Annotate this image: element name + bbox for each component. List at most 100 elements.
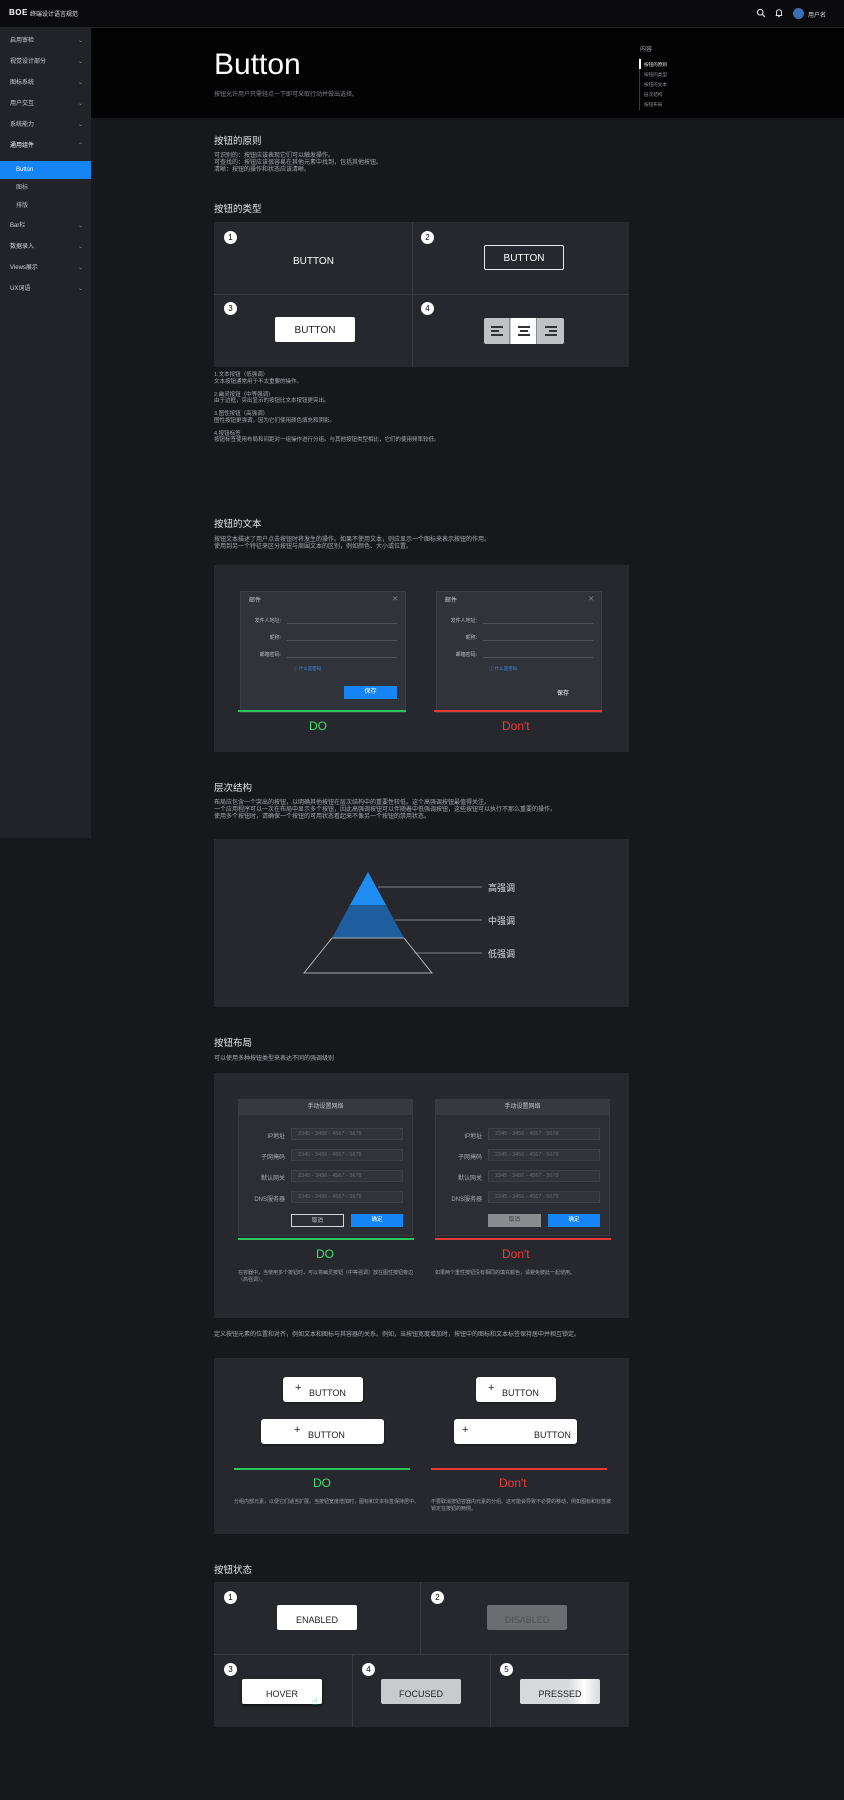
align-center-button[interactable] xyxy=(511,318,537,344)
filled-button[interactable]: BUTTON xyxy=(275,317,355,342)
button-label: BUTTON xyxy=(502,1388,539,1398)
user-name[interactable]: 用户名 xyxy=(808,10,826,19)
dont-bar xyxy=(434,710,602,712)
password-field[interactable] xyxy=(483,657,593,658)
dont-note: 如果两个重性按钮没有相同的填充颜色，请避免彼此一起使用。 xyxy=(435,1270,576,1276)
toc-item[interactable]: 按钮的文本 xyxy=(644,82,667,88)
do-bar xyxy=(238,710,406,712)
toc-title: 内容 xyxy=(640,47,653,53)
app-title: 终端设计语言规范 xyxy=(30,12,79,18)
section-title: 按钮的类型 xyxy=(214,204,262,215)
ip-input[interactable]: 2345 - 3456 - 4567 - 5678 xyxy=(291,1128,403,1140)
gateway-input[interactable]: 2345 - 3456 - 4567 - 5678 xyxy=(291,1170,403,1182)
cancel-button[interactable]: 取消 xyxy=(291,1214,344,1227)
chevron-up-icon: ⌃ xyxy=(77,143,83,149)
dns-input[interactable]: 2345 - 3456 - 4567 - 5678 xyxy=(291,1191,403,1203)
text-button[interactable]: BUTTON xyxy=(293,256,334,267)
sidebar-item-open[interactable]: 通用组件 ⌃ xyxy=(0,136,91,156)
page-title: Button xyxy=(214,48,301,81)
sidebar-item[interactable]: UX词语 ⌄ xyxy=(0,279,91,299)
dialog-title: 手动设置网络 xyxy=(436,1100,609,1115)
align-right-button[interactable] xyxy=(538,318,564,344)
sidebar-item-label: Bar栏 xyxy=(10,223,26,229)
nickname-field[interactable] xyxy=(483,640,593,641)
disabled-button: DISABLED xyxy=(487,1605,567,1630)
icon-button[interactable]: + BUTTON xyxy=(283,1377,363,1402)
number-badge: 1 xyxy=(224,231,237,244)
ghost-button[interactable]: BUTTON xyxy=(484,245,564,270)
sender-field[interactable] xyxy=(287,623,397,624)
dialog-title: 邮件 xyxy=(249,598,262,604)
sidebar-item[interactable]: Views展示 ⌄ xyxy=(0,258,91,278)
help-link[interactable]: ⓘ 什么是密码 xyxy=(489,666,517,672)
save-text-button[interactable]: 保存 xyxy=(557,688,569,697)
subnet-input[interactable]: 2345 - 3456 - 4567 - 5678 xyxy=(291,1149,403,1161)
save-button[interactable]: 保存 xyxy=(344,686,397,699)
help-link[interactable]: ⓘ 什么是密码 xyxy=(293,666,321,672)
do-note: 分组内部元素，以便它们适当扩展。当按钮宽度增加时，图标和文本标签保持居中。 xyxy=(234,1499,420,1505)
alignment-panel: + BUTTON + BUTTON DO 分组内部元素，以便它们适当扩展。当按钮宽度… xyxy=(214,1358,629,1534)
dont-bar xyxy=(431,1468,607,1470)
sidebar-subitem[interactable]: 排版 xyxy=(0,197,91,215)
mail-dialog-do: 邮件 ✕ 发件人地址: 昵称: 邮箱密码: ⓘ 什么是密码 保存 xyxy=(240,591,406,713)
toc-item[interactable]: 按钮布局 xyxy=(644,102,662,108)
sidebar-item[interactable]: Bar栏 ⌄ xyxy=(0,216,91,236)
sidebar-item[interactable]: 系统能力 ⌄ xyxy=(0,115,91,135)
toc-item[interactable]: 按钮的原则 xyxy=(644,62,667,68)
hover-button[interactable]: HOVER xyxy=(242,1679,322,1704)
sender-field[interactable] xyxy=(483,623,593,624)
pressed-button[interactable]: PRESSED xyxy=(520,1679,600,1704)
password-field[interactable] xyxy=(287,657,397,658)
search-icon[interactable] xyxy=(756,8,766,18)
toc-item[interactable]: 按钮的类型 xyxy=(644,72,667,78)
pyramid-high xyxy=(350,872,386,905)
dialog-title: 邮件 xyxy=(445,598,458,604)
field-label: 子网掩码 xyxy=(260,1155,285,1161)
subnet-input[interactable]: 2345 - 3456 - 4567 - 5678 xyxy=(488,1149,600,1161)
divider xyxy=(352,1654,353,1727)
dns-input[interactable]: 2345 - 3456 - 4567 - 5678 xyxy=(488,1191,600,1203)
sidebar-subitem-active[interactable]: Button xyxy=(0,161,91,179)
icon-button[interactable]: + BUTTON xyxy=(476,1377,556,1402)
types-panel: 1 2 3 4 BUTTON BUTTON BUTTON xyxy=(214,222,629,367)
section-text: 可以使用多种按钮类型来表达不同的强调级别 xyxy=(214,1056,335,1062)
close-icon[interactable]: ✕ xyxy=(588,595,594,603)
icon-button-wide[interactable]: + BUTTON xyxy=(261,1419,384,1444)
ip-input[interactable]: 2345 - 3456 - 4567 - 5678 xyxy=(488,1128,600,1140)
button-group[interactable] xyxy=(484,318,564,344)
chevron-down-icon: ⌄ xyxy=(77,265,83,271)
sidebar-item[interactable]: 视觉设计部分 ⌄ xyxy=(0,52,91,72)
plus-icon: + xyxy=(295,1382,302,1394)
focused-button[interactable]: FOCUSED xyxy=(381,1679,461,1704)
chevron-down-icon: ⌄ xyxy=(77,38,83,44)
ok-button[interactable]: 确定 xyxy=(351,1214,403,1227)
pyramid-mid xyxy=(332,905,404,938)
number-badge: 4 xyxy=(421,302,434,315)
do-note: 在容器中，当使用多个按钮时，可以将幽灵按钮（中等强调）放在图性按钮旁边（高强调）… xyxy=(238,1270,414,1283)
divider xyxy=(214,1654,629,1655)
chevron-down-icon: ⌄ xyxy=(77,223,83,229)
field-label: 发件人地址: xyxy=(254,618,281,624)
bell-icon[interactable] xyxy=(774,8,784,18)
sidebar-item-label: 系统能力 xyxy=(10,122,35,128)
chevron-down-icon: ⌄ xyxy=(77,80,83,86)
sidebar-item[interactable]: 图标系统 ⌄ xyxy=(0,73,91,93)
close-icon[interactable]: ✕ xyxy=(392,595,398,603)
do-label: DO xyxy=(309,719,327,733)
icon-button-wide[interactable]: + BUTTON xyxy=(454,1419,577,1444)
cancel-button[interactable]: 取消 xyxy=(488,1214,541,1227)
button-label: BUTTON xyxy=(309,1388,346,1398)
nickname-field[interactable] xyxy=(287,640,397,641)
globe-avatar-icon[interactable] xyxy=(793,8,804,19)
ok-button[interactable]: 确定 xyxy=(548,1214,600,1227)
gateway-input[interactable]: 2345 - 3456 - 4567 - 5678 xyxy=(488,1170,600,1182)
enabled-button[interactable]: ENABLED xyxy=(277,1605,357,1630)
do-label: DO xyxy=(316,1247,334,1261)
toc-item[interactable]: 层次结构 xyxy=(644,92,662,98)
sidebar-item[interactable]: 用户交互 ⌄ xyxy=(0,94,91,114)
sidebar-subitem[interactable]: 图标 xyxy=(0,179,91,197)
button-label: BUTTON xyxy=(534,1430,571,1440)
sidebar-item[interactable]: 数据录入 ⌄ xyxy=(0,237,91,257)
align-left-button[interactable] xyxy=(484,318,510,344)
sidebar-item[interactable]: 启用审检 ⌄ xyxy=(0,31,91,51)
